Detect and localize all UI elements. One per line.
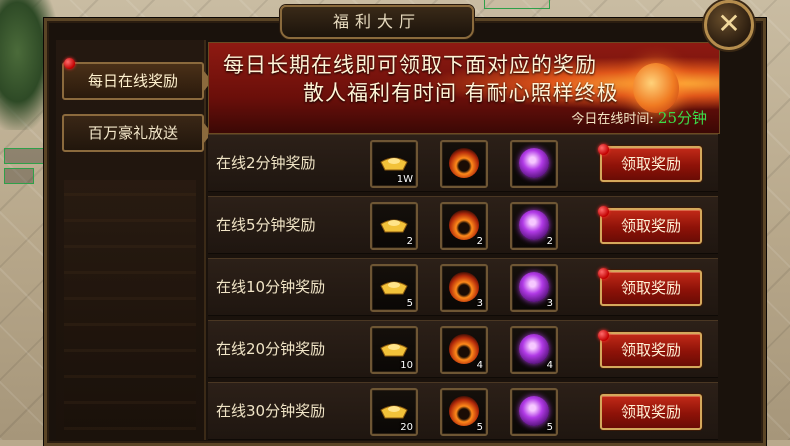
- notification-dot: [598, 144, 609, 155]
- item-quantity: 3: [546, 298, 553, 309]
- purple-orb-icon: [519, 210, 549, 240]
- notification-dot: [598, 206, 609, 217]
- sidebar-nav: 每日在线奖励 百万豪礼放送: [56, 40, 212, 440]
- fire-stone-icon: [449, 334, 479, 364]
- item-quantity: 10: [400, 360, 413, 371]
- item-slot-gold[interactable]: 1W: [370, 140, 418, 188]
- crossed-swords-close-icon: ✕: [717, 7, 741, 40]
- item-slot-gold[interactable]: 10: [370, 326, 418, 374]
- reward-row: 在线10分钟奖励 5 3 3 领取奖励: [208, 258, 718, 316]
- item-quantity: 5: [546, 422, 553, 433]
- reward-row-label: 在线10分钟奖励: [216, 278, 326, 296]
- fire-stone-icon: [449, 272, 479, 302]
- reward-banner: 每日长期在线即可领取下面对应的奖励 散人福利有时间 有耐心照样终极 今日在线时间…: [208, 42, 720, 134]
- purple-orb-icon: [519, 148, 549, 178]
- banner-headline: 每日长期在线即可领取下面对应的奖励: [223, 53, 597, 77]
- reward-row-label: 在线30分钟奖励: [216, 402, 326, 420]
- item-quantity: 3: [476, 298, 483, 309]
- npc-name-tag-small: [4, 168, 34, 184]
- reward-row: 在线20分钟奖励 10 4 4 领取奖励: [208, 320, 718, 378]
- item-quantity: 4: [546, 360, 553, 371]
- claim-reward-button[interactable]: 领取奖励: [600, 332, 702, 368]
- item-slot-gold[interactable]: 5: [370, 264, 418, 312]
- fire-stone-icon: [449, 148, 479, 178]
- reward-row: 在线30分钟奖励 20 5 5 领取奖励: [208, 382, 718, 440]
- gold-ingot-icon: [380, 343, 408, 357]
- lantern-icon: [633, 63, 679, 113]
- nav-item-label: 百万豪礼放送: [87, 124, 178, 142]
- item-slot-gold[interactable]: 2: [370, 202, 418, 250]
- item-quantity: 20: [400, 422, 413, 433]
- item-slot-fire[interactable]: 5: [440, 388, 488, 436]
- fire-stone-icon: [449, 210, 479, 240]
- purple-orb-icon: [519, 272, 549, 302]
- nav-item-million-gift[interactable]: 百万豪礼放送: [62, 114, 212, 152]
- close-button[interactable]: ✕: [704, 0, 754, 50]
- reward-row-label: 在线2分钟奖励: [216, 154, 316, 172]
- gold-ingot-icon: [380, 281, 408, 295]
- item-slot-orb[interactable]: 3: [510, 264, 558, 312]
- gold-ingot-icon: [380, 157, 408, 171]
- notification-dot: [598, 268, 609, 279]
- gold-ingot-icon: [380, 219, 408, 233]
- claim-reward-button[interactable]: 领取奖励: [600, 270, 702, 306]
- item-slot-gold[interactable]: 20: [370, 388, 418, 436]
- item-slot-fire[interactable]: 3: [440, 264, 488, 312]
- online-time-value: 25分钟: [657, 109, 707, 127]
- item-slot-orb[interactable]: [510, 140, 558, 188]
- claim-reward-button[interactable]: 领取奖励: [600, 394, 702, 430]
- item-quantity: 2: [476, 236, 483, 247]
- notification-dot: [64, 58, 75, 69]
- nav-background-art: [64, 180, 196, 430]
- online-time-label: 今日在线时间:: [571, 112, 654, 127]
- reward-row-label: 在线20分钟奖励: [216, 340, 326, 358]
- reward-row-label: 在线5分钟奖励: [216, 216, 316, 234]
- nav-item-label: 每日在线奖励: [87, 72, 178, 90]
- item-slot-fire[interactable]: 2: [440, 202, 488, 250]
- item-quantity: 5: [406, 298, 413, 309]
- banner-subheadline: 散人福利有时间 有耐心照样终极: [303, 81, 619, 105]
- item-quantity: 1W: [396, 174, 413, 185]
- reward-row: 在线5分钟奖励 2 2 2 领取奖励: [208, 196, 718, 254]
- claim-reward-button[interactable]: 领取奖励: [600, 208, 702, 244]
- item-slot-orb[interactable]: 5: [510, 388, 558, 436]
- item-slot-fire[interactable]: [440, 140, 488, 188]
- purple-orb-icon: [519, 396, 549, 426]
- reward-row: 在线2分钟奖励 1W 领取奖励: [208, 134, 718, 192]
- item-slot-fire[interactable]: 4: [440, 326, 488, 374]
- purple-orb-icon: [519, 334, 549, 364]
- claim-reward-button[interactable]: 领取奖励: [600, 146, 702, 182]
- fire-stone-icon: [449, 396, 479, 426]
- notification-dot: [598, 330, 609, 341]
- item-quantity: 5: [476, 422, 483, 433]
- item-quantity: 4: [476, 360, 483, 371]
- item-quantity: 2: [546, 236, 553, 247]
- item-slot-orb[interactable]: 2: [510, 202, 558, 250]
- window-title: 福利大厅: [280, 5, 474, 39]
- nav-item-daily-online-reward[interactable]: 每日在线奖励: [62, 62, 212, 100]
- player-tag-frame: [484, 0, 550, 9]
- item-slot-orb[interactable]: 4: [510, 326, 558, 374]
- item-quantity: 2: [406, 236, 413, 247]
- online-time-display: 今日在线时间: 25分钟: [571, 107, 707, 128]
- gold-ingot-icon: [380, 405, 408, 419]
